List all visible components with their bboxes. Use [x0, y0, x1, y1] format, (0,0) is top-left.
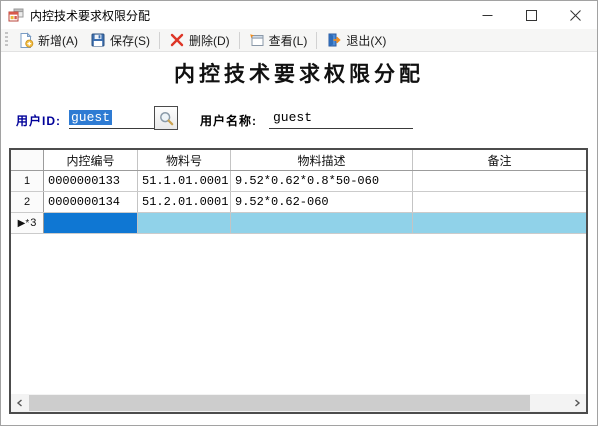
row-header-new[interactable]: ▶* 3: [11, 213, 44, 233]
delete-button-label: 删除(D): [189, 32, 230, 49]
user-id-input[interactable]: guest: [69, 107, 154, 129]
scroll-right-button[interactable]: [568, 394, 586, 412]
minimize-icon: [482, 10, 493, 21]
exit-button-label: 退出(X): [346, 32, 386, 49]
add-button-label: 新增(A): [38, 32, 78, 49]
toolbar-separator: [159, 32, 160, 49]
cell-remark[interactable]: [413, 171, 586, 191]
data-grid: 内控编号 物料号 物料描述 备注 1 0000000133 51.1.01.00…: [9, 148, 588, 414]
row-header[interactable]: 2: [11, 192, 44, 212]
user-id-label: 用户ID:: [16, 112, 61, 129]
user-name-value: guest: [273, 110, 312, 125]
user-id-value: guest: [69, 110, 112, 125]
table-row-new: ▶* 3: [11, 213, 586, 234]
cell-material-desc[interactable]: [231, 213, 413, 233]
view-icon: [249, 32, 265, 48]
cell-remark[interactable]: [413, 192, 586, 212]
cell-material-no[interactable]: [138, 213, 231, 233]
save-button-label: 保存(S): [110, 32, 150, 49]
new-document-icon: [18, 32, 34, 48]
search-button[interactable]: [154, 106, 178, 130]
cell-material-desc[interactable]: 9.52*0.62*0.8*50-060: [231, 171, 413, 191]
minimize-button[interactable]: [465, 1, 509, 29]
maximize-icon: [526, 10, 537, 21]
toolbar-separator: [239, 32, 240, 49]
cell-material-no[interactable]: 51.1.01.0001: [138, 171, 231, 191]
column-header-remark[interactable]: 备注: [413, 150, 586, 170]
scrollbar-track[interactable]: [29, 394, 568, 412]
scroll-left-button[interactable]: [11, 394, 29, 412]
toolbar: 新增(A) 保存(S) 删除(D) 查看(L): [1, 29, 597, 52]
grid-empty-area: [11, 234, 586, 394]
cell-internal-code-selected[interactable]: [44, 213, 138, 233]
chevron-left-icon: [16, 399, 24, 407]
table-row: 2 0000000134 51.2.01.0001 9.52*0.62-060: [11, 192, 586, 213]
scrollbar-thumb[interactable]: [29, 395, 530, 411]
cell-material-no[interactable]: 51.2.01.0001: [138, 192, 231, 212]
form-row: 用户ID: guest 用户名称: guest: [1, 103, 597, 137]
row-number: 3: [30, 217, 36, 229]
column-header-material-desc[interactable]: 物料描述: [231, 150, 413, 170]
cell-material-desc[interactable]: 9.52*0.62-060: [231, 192, 413, 212]
user-name-label: 用户名称:: [200, 112, 257, 129]
view-button-label: 查看(L): [269, 32, 308, 49]
close-button[interactable]: [553, 1, 597, 29]
add-button[interactable]: 新增(A): [12, 30, 84, 51]
title-bar: 内控技术要求权限分配: [1, 1, 597, 29]
cell-internal-code[interactable]: 0000000134: [44, 192, 138, 212]
cell-remark[interactable]: [413, 213, 586, 233]
chevron-right-icon: [573, 399, 581, 407]
column-header-internal-code[interactable]: 内控编号: [44, 150, 138, 170]
window-title: 内控技术要求权限分配: [30, 7, 465, 24]
delete-icon: [169, 32, 185, 48]
table-row: 1 0000000133 51.1.01.0001 9.52*0.62*0.8*…: [11, 171, 586, 192]
view-button[interactable]: 查看(L): [243, 30, 314, 51]
cell-internal-code[interactable]: 0000000133: [44, 171, 138, 191]
grid-header-row: 内控编号 物料号 物料描述 备注: [11, 150, 586, 171]
grid-corner-cell: [11, 150, 44, 170]
app-icon: [8, 7, 24, 23]
search-icon: [158, 110, 175, 127]
close-icon: [570, 10, 581, 21]
app-window: 内控技术要求权限分配 新增(A): [0, 0, 598, 426]
exit-button[interactable]: 退出(X): [320, 30, 392, 51]
column-header-material-no[interactable]: 物料号: [138, 150, 231, 170]
save-icon: [90, 32, 106, 48]
current-row-indicator-icon: ▶*: [18, 218, 30, 229]
toolbar-grip[interactable]: [5, 32, 8, 48]
exit-icon: [326, 32, 342, 48]
row-header[interactable]: 1: [11, 171, 44, 191]
save-button[interactable]: 保存(S): [84, 30, 156, 51]
maximize-button[interactable]: [509, 1, 553, 29]
user-name-field[interactable]: guest: [269, 107, 413, 129]
horizontal-scrollbar: [11, 394, 586, 412]
page-title: 内控技术要求权限分配: [1, 58, 597, 88]
delete-button[interactable]: 删除(D): [163, 30, 236, 51]
toolbar-separator: [316, 32, 317, 49]
